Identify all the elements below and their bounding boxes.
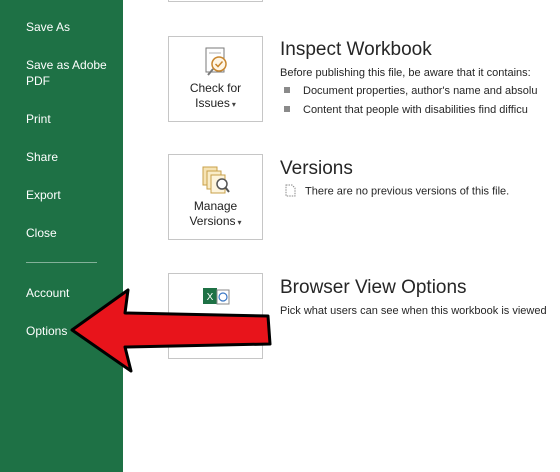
browser-view-options-button[interactable]: X Browser View Options [168,273,263,359]
versions-title: Versions [280,158,353,179]
browser-view-options-label-2: Options [194,333,237,347]
chevron-down-icon: ▾ [231,100,236,109]
manage-versions-label-1: Manage [193,199,238,213]
versions-info-row: There are no previous versions of this f… [284,184,510,198]
inspect-bullet-2: Content that people with disabilities fi… [284,104,528,116]
check-for-issues-label-2: Issues [195,96,230,110]
bullet-icon [284,87,290,94]
browser-view-options-title: Browser View Options [280,277,467,298]
inspect-bullet-2-text: Content that people with disabilities fi… [303,104,528,116]
svg-text:X: X [207,292,214,303]
browser-view-options-label-1: Browser View [178,318,253,332]
nav-separator [26,262,97,263]
backstage-sidebar: Save As Save as Adobe PDF Print Share Ex… [0,0,123,472]
nav-export[interactable]: Export [26,187,118,203]
manage-versions-icon [202,166,230,194]
nav-account[interactable]: Account [26,285,118,301]
chevron-down-icon: ▾ [237,218,242,227]
versions-description: There are no previous versions of this f… [305,185,510,198]
manage-versions-button[interactable]: Manage Versions ▾ [168,154,263,240]
bullet-icon [284,106,290,113]
nav-print[interactable]: Print [26,111,118,127]
browser-view-options-description: Pick what users can see when this workbo… [280,305,547,317]
nav-save-as[interactable]: Save As [26,19,118,35]
inspect-workbook-title: Inspect Workbook [280,39,432,60]
manage-versions-label-2: Versions [189,214,236,228]
document-icon [285,184,296,197]
inspect-bullet-1-text: Document properties, author's name and a… [303,85,538,97]
nav-close[interactable]: Close [26,225,118,241]
offscreen-button-edge [168,0,263,2]
check-for-issues-button[interactable]: Check for Issues ▾ [168,36,263,122]
inspect-bullet-1: Document properties, author's name and a… [284,85,537,97]
inspect-workbook-description: Before publishing this file, be aware th… [280,67,531,79]
browser-view-options-icon: X [203,288,230,305]
nav-share[interactable]: Share [26,149,118,165]
check-for-issues-label-1: Check for [189,81,242,95]
nav-save-as-adobe-pdf[interactable]: Save as Adobe PDF [26,57,118,89]
nav-options[interactable]: Options [26,323,118,339]
check-for-issues-icon [205,47,227,76]
